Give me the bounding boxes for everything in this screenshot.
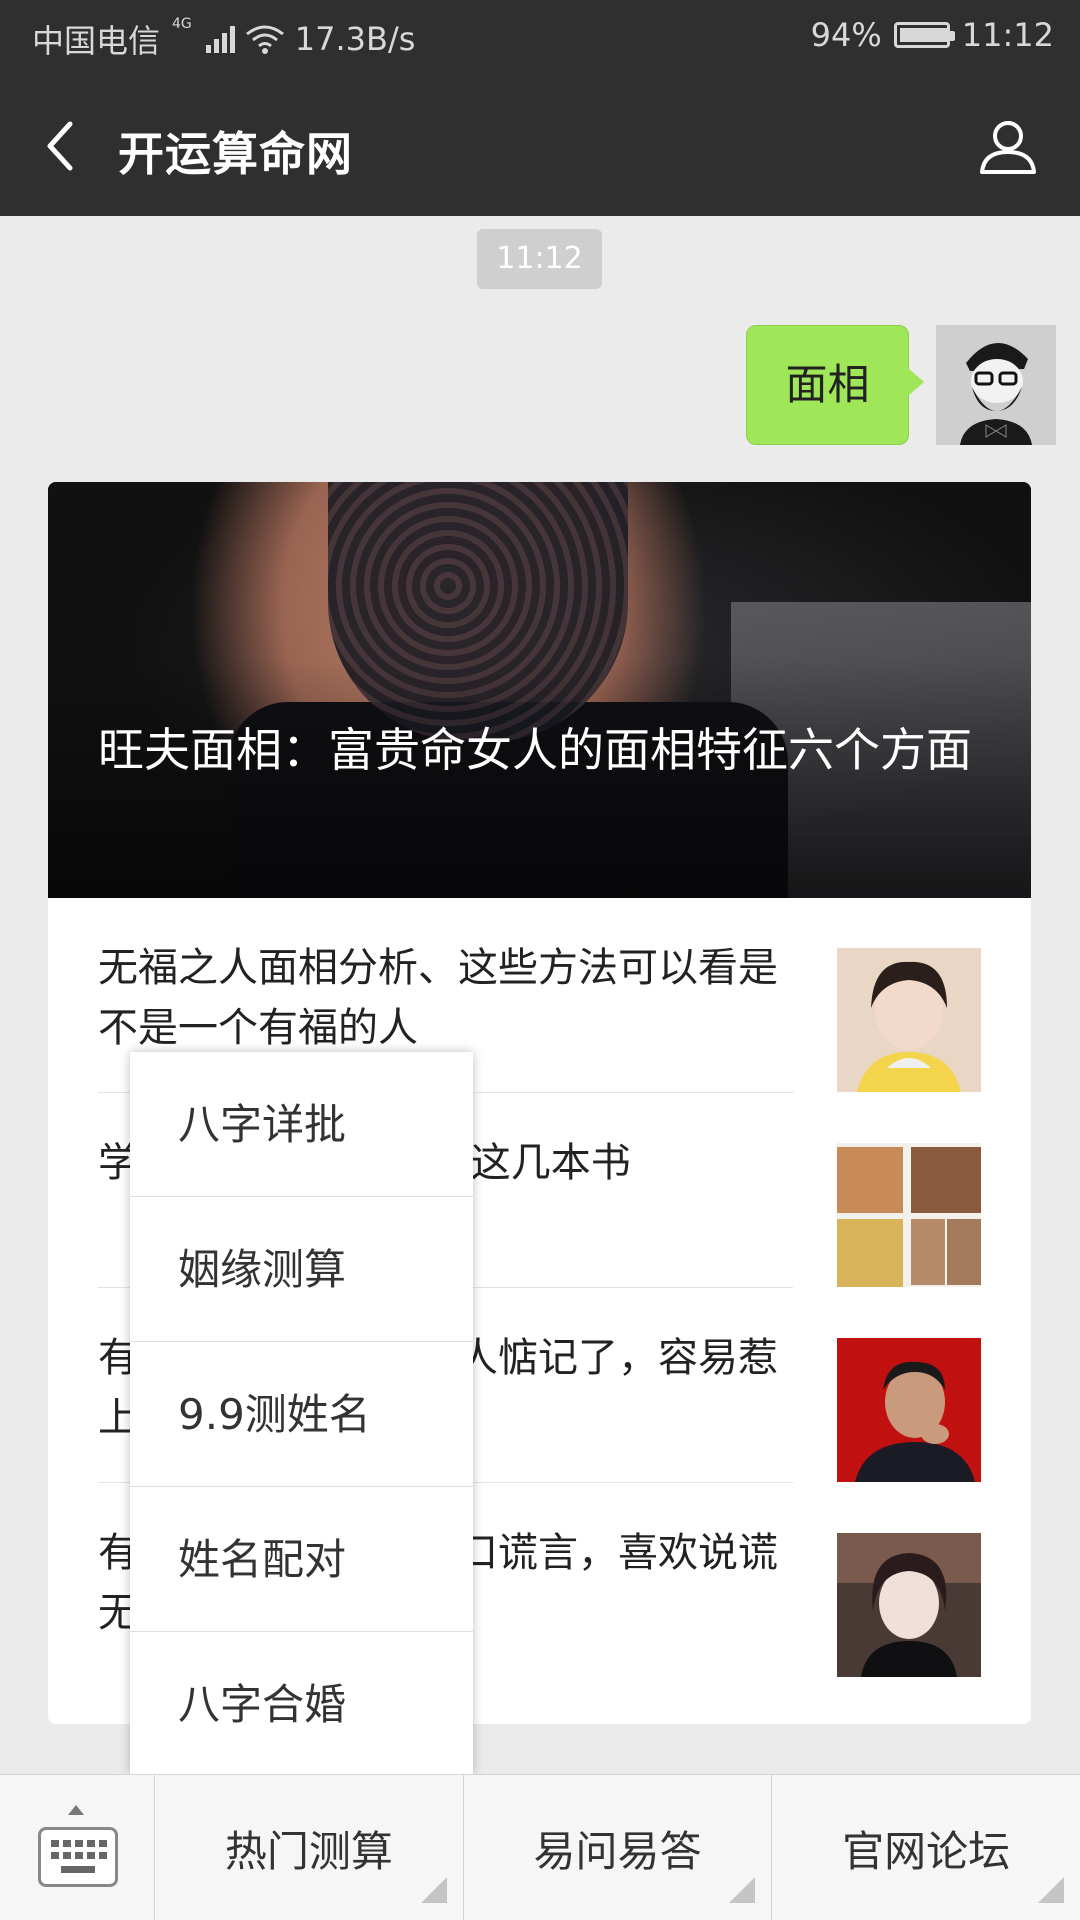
submenu-indicator-icon [1038,1877,1065,1903]
network-type: 4G [172,16,192,32]
menu-label: 官网论坛 [842,1826,1011,1876]
battery-icon [893,22,955,48]
clock: 11:12 [961,16,1054,54]
menu-label: 易问易答 [533,1826,702,1876]
person-icon[interactable] [976,114,1040,178]
submenu-indicator-icon [729,1877,756,1903]
popup-menu-item[interactable]: 八字详批 [130,1052,473,1197]
article-thumbnail [837,1533,981,1677]
menu-label: 热门测算 [224,1826,393,1876]
popup-menu-item[interactable]: 八字合婚 [130,1632,473,1777]
article-thumbnail [837,1338,981,1482]
hero-article-title: 旺夫面相：富贵命女人的面相特征六个方面 [98,723,972,777]
bearded-man-avatar-icon [936,325,1056,445]
popup-menu-item[interactable]: 姻缘测算 [130,1197,473,1342]
back-arrow-icon[interactable] [38,116,98,176]
popup-menu: 八字详批 姻缘测算 9.9测姓名 姓名配对 八字合婚 [130,1052,473,1774]
menu-qa[interactable]: 易问易答 [464,1775,773,1920]
article-thumbnail [837,948,981,1092]
chat-timestamp: 11:12 [477,229,602,289]
status-bar: 中国电信 4G 17.3B/s 94% 11:12 [0,0,1080,74]
keyboard-icon [38,1827,118,1887]
bottom-menu-bar: 热门测算 易问易答 官网论坛 [0,1774,1080,1920]
page-title: 开运算命网 [118,127,353,181]
menu-forum[interactable]: 官网论坛 [772,1775,1080,1920]
menu-hot-calculations[interactable]: 热门测算 [155,1775,464,1920]
article-thumbnail [837,1143,981,1287]
battery-percent: 94% [810,16,882,54]
popup-menu-item[interactable]: 9.9测姓名 [130,1342,473,1487]
article-item-title: 无福之人面相分析、这些方法可以看是不是一个有福的人 [98,945,778,1051]
submenu-indicator-icon [420,1877,447,1903]
hero-article[interactable]: 旺夫面相：富贵命女人的面相特征六个方面 [48,482,1031,898]
network-speed: 17.3B/s [294,20,416,58]
popup-menu-item[interactable]: 姓名配对 [130,1487,473,1632]
wifi-icon [245,25,284,54]
keyboard-toggle-button[interactable] [0,1775,155,1920]
title-bar: 开运算命网 [0,74,1080,216]
carrier-name: 中国电信 [32,22,161,60]
signal-icon [205,25,235,53]
sent-message-bubble[interactable]: 面相 [746,325,924,445]
caret-up-icon [68,1805,84,1815]
user-avatar[interactable] [936,325,1056,445]
